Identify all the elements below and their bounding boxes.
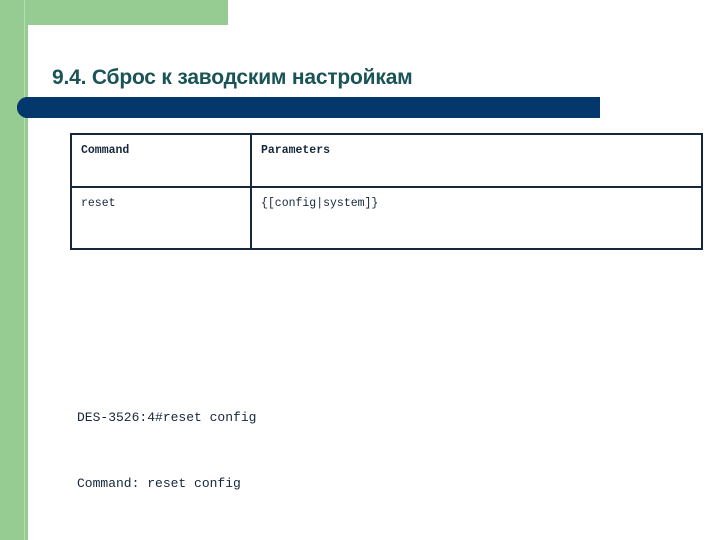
table-header-command: Command (70, 133, 252, 188)
slide: 9.4. Сброс к заводским настройкам Comman… (0, 0, 720, 540)
table-header-parameters: Parameters (250, 133, 703, 188)
page-title: 9.4. Сброс к заводским настройкам (52, 66, 413, 89)
table-cell-parameters: {[config|system]} (250, 186, 703, 250)
table-row: reset {[config|system]} (70, 186, 703, 250)
table-cell-command: reset (70, 186, 252, 250)
decorative-green-accent-line (24, 0, 25, 540)
console-transcript: DES-3526:4#reset config Command: reset c… (77, 363, 677, 540)
decorative-green-top-bar (0, 0, 228, 25)
table-header-row: Command Parameters (70, 133, 703, 188)
title-underline-bar-cap (17, 97, 39, 118)
title-underline-bar (17, 97, 600, 118)
command-reference-table: Command Parameters reset {[config|system… (70, 133, 703, 250)
console-line-1: DES-3526:4#reset config (77, 410, 257, 425)
console-line-2: Command: reset config (77, 476, 241, 491)
